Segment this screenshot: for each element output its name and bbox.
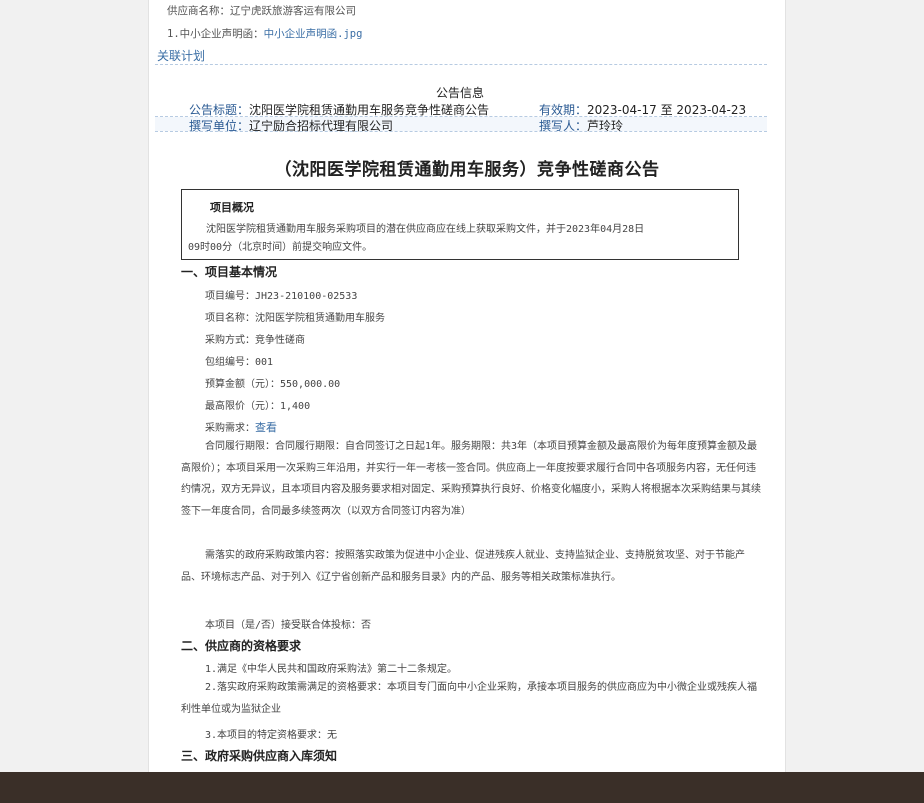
footer-bar: [0, 772, 924, 803]
validity-to-word: 至: [660, 103, 673, 117]
divider: [155, 131, 767, 132]
attachment-label: 1.中小企业声明函：: [167, 28, 264, 40]
overview-line: 沈阳医学院租赁通勤用车服务采购项目的潜在供应商应在线上获取采购文件，并于2023…: [206, 224, 645, 235]
policy-paragraph: 需落实的政府采购政策内容：按照落实政策为促进中小企业、促进残疾人就业、支持监狱企…: [181, 550, 745, 583]
attachment-file-link[interactable]: 中小企业声明函.jpg: [264, 28, 363, 40]
supplier-name-line: 供应商名称：辽宁虎跃旅游客运有限公司: [167, 5, 356, 17]
requirement-item: 2.落实政府采购政策需满足的资格要求：本项目专门面向中小企业采购，承接本项目服务…: [181, 682, 758, 715]
requirement-item: 1.满足《中华人民共和国政府采购法》第二十二条规定。: [205, 664, 458, 675]
requirement-label: 采购需求：: [205, 423, 255, 434]
procurement-method: 采购方式：竞争性磋商: [205, 335, 305, 346]
project-name: 项目名称：沈阳医学院租赁通勤用车服务: [205, 313, 385, 324]
joint-bid-line: 本项目（是/否）接受联合体投标：否: [205, 620, 372, 631]
requirement-view-link[interactable]: 查看: [255, 421, 277, 434]
requirement-item: 3.本项目的特定资格要求：无: [205, 730, 338, 741]
section-heading: 二、供应商的资格要求: [181, 639, 302, 653]
overview-line: 09时00分（北京时间）前提交响应文件。: [188, 242, 373, 253]
requirement-line: 采购需求：查看: [205, 419, 277, 435]
overview-box: 项目概况 沈阳医学院租赁通勤用车服务采购项目的潜在供应商应在线上获取采购文件，并…: [181, 189, 739, 260]
document-page: 供应商名称：辽宁虎跃旅游客运有限公司 1.中小企业声明函：中小企业声明函.jpg…: [148, 0, 786, 772]
divider: [155, 64, 767, 65]
main-title: （沈阳医学院租赁通勤用车服务）竞争性磋商公告: [274, 160, 660, 180]
attachment-line: 1.中小企业声明函：中小企业声明函.jpg: [167, 26, 362, 41]
section-heading: 一、项目基本情况: [181, 265, 278, 279]
contract-period-paragraph: 合同履行期限：合同履行期限：自合同签订之日起1年。服务期限：共3年（本项目预算金…: [181, 441, 761, 518]
info-header: 公告信息: [436, 86, 485, 100]
budget-amount: 预算金额（元）：550,000.00: [205, 379, 341, 390]
section-heading: 三、政府采购供应商入库须知: [181, 749, 338, 763]
overview-heading: 项目概况: [210, 201, 254, 214]
project-number: 项目编号：JH23-210100-02533: [205, 291, 358, 302]
max-price: 最高限价（元）：1,400: [205, 401, 311, 412]
package-number: 包组编号：001: [205, 357, 274, 368]
related-plan-link[interactable]: 关联计划: [157, 47, 205, 64]
validity-from: 2023-04-17: [587, 103, 657, 117]
validity-to: 2023-04-23: [676, 103, 747, 117]
